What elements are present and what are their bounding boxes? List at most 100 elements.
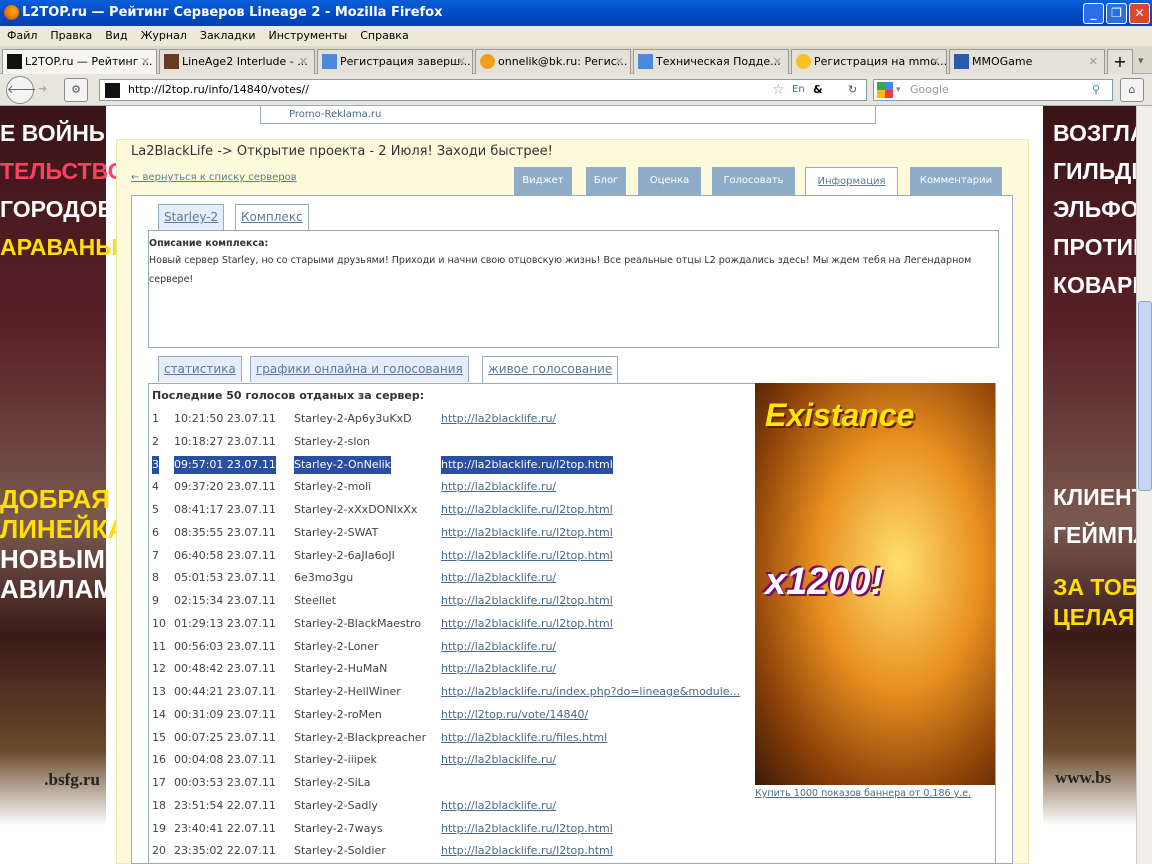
banner-text: ЗА ТОБО <box>1053 574 1136 600</box>
tab-complex[interactable]: Комплекс <box>235 204 309 231</box>
home-icon[interactable]: ⌂ <box>1120 78 1144 102</box>
back-icon[interactable]: 🡐 <box>6 76 37 104</box>
vote-referrer-link[interactable]: http://la2blacklife.ru/ <box>441 751 556 769</box>
v-favicon-icon <box>638 54 653 69</box>
left-ad-banner[interactable]: Е ВОЙНЫ ТЕЛЬСТВО ГОРОДОВ АРАВАНЫ ДОБРАЯ … <box>0 106 127 864</box>
firefox-icon <box>4 5 19 20</box>
close-tab-icon[interactable]: ✕ <box>615 50 624 73</box>
menu-edit[interactable]: Правка <box>50 29 92 42</box>
vote-referrer-link[interactable]: http://l2top.ru/vote/14840/ <box>441 706 588 724</box>
translate-icon[interactable]: En <box>792 80 805 100</box>
promo-link[interactable]: Promo-Reklama.ru <box>260 106 876 124</box>
vote-referrer-link[interactable]: http://la2blacklife.ru/l2top.html <box>441 547 613 565</box>
tab-statistics[interactable]: статистика <box>158 356 242 382</box>
tab-graphs[interactable]: графики онлайна и голосования <box>250 356 469 382</box>
tab-rating[interactable]: Оценка <box>638 167 701 195</box>
close-button[interactable]: ✕ <box>1129 3 1150 24</box>
close-tab-icon[interactable]: ✕ <box>773 50 782 73</box>
close-tab-icon[interactable]: ✕ <box>931 50 940 73</box>
menu-history[interactable]: Журнал <box>141 29 187 42</box>
vote-referrer-link[interactable]: http://la2blacklife.ru/l2top.html <box>441 501 613 519</box>
menu-bookmarks[interactable]: Закладки <box>200 29 256 42</box>
tab-comments[interactable]: Комментарии <box>910 167 1002 195</box>
banner-text: АРАВАНЫ <box>0 234 118 260</box>
existance-ad-banner[interactable]: Existance x1200! <box>755 383 995 785</box>
close-tab-icon[interactable]: ✕ <box>141 50 150 73</box>
browser-tab[interactable]: onnelik@bk.ru: Регис... ✕ <box>475 49 631 74</box>
voter-name: Starley-2-Blackpreacher <box>294 730 427 744</box>
close-tab-icon[interactable]: ✕ <box>457 50 466 73</box>
vote-time: 02:15:34 23.07.11 <box>174 594 276 607</box>
menu-tools[interactable]: Инструменты <box>269 29 348 42</box>
close-tab-icon[interactable]: ✕ <box>1089 50 1098 73</box>
url-bar[interactable]: http://l2top.ru/info/14840/votes// ☆ En … <box>99 79 867 101</box>
reload-icon[interactable]: ↻ <box>848 80 857 100</box>
vote-number: 8 <box>152 571 159 585</box>
voter-name: Starley-2-Soldier <box>294 844 386 858</box>
tab-widget[interactable]: Виджет <box>514 167 572 195</box>
vote-referrer-link[interactable]: http://la2blacklife.ru/l2top.html <box>441 592 613 610</box>
tab-server-starley[interactable]: Starley-2 <box>158 204 225 230</box>
search-input[interactable]: ▾ Google ⚲ <box>873 79 1113 101</box>
vote-referrer-link[interactable]: http://la2blacklife.ru/files.html <box>441 729 607 747</box>
buy-banner-link[interactable]: Купить 1000 показов баннера от 0,186 у.е… <box>755 788 971 799</box>
vote-number: 18 <box>152 798 166 812</box>
close-tab-icon[interactable]: ✕ <box>299 50 308 73</box>
browser-tab[interactable]: Техническая Подде... ✕ <box>633 49 789 74</box>
ampersand-icon[interactable]: & <box>813 80 823 100</box>
addon-icon[interactable]: ⚙ <box>64 78 88 102</box>
bookmark-star-icon[interactable]: ☆ <box>772 80 785 100</box>
scrollbar-thumb[interactable] <box>1138 301 1152 491</box>
menu-view[interactable]: Вид <box>105 29 127 42</box>
menu-help[interactable]: Справка <box>360 29 408 42</box>
banner-text: ДОБРАЯ <box>0 484 110 514</box>
vote-number: 5 <box>152 503 159 516</box>
browser-tab[interactable]: LineAge2 Interlude - ... ✕ <box>159 49 315 74</box>
forward-icon[interactable]: ➜ <box>38 82 47 95</box>
vote-time: 00:04:08 23.07.11 <box>174 753 276 767</box>
ad-rate: x1200! <box>765 561 884 603</box>
vote-referrer-link[interactable]: http://la2blacklife.ru/l2top.html <box>441 820 613 838</box>
vote-referrer-link[interactable]: http://la2blacklife.ru/ <box>441 478 556 496</box>
tab-blog[interactable]: Блог <box>586 167 626 195</box>
search-icon[interactable]: ⚲ <box>1092 80 1100 100</box>
voter-name: Starley-2-6aJIa6oJI <box>294 548 395 562</box>
vote-referrer-link[interactable]: http://la2blacklife.ru/l2top.html <box>441 455 613 474</box>
vote-referrer-link[interactable]: http://la2blacklife.ru/l2top.html <box>441 524 613 542</box>
new-tab-button[interactable]: + <box>1107 49 1133 74</box>
vote-referrer-link[interactable]: http://la2blacklife.ru/l2top.html <box>441 615 613 633</box>
banner-text: ЛИНЕЙКА <box>0 514 127 544</box>
tab-list-icon[interactable]: ▾ <box>1138 54 1144 67</box>
vote-referrer-link[interactable]: http://la2blacklife.ru/ <box>441 410 556 428</box>
vote-referrer-link[interactable]: http://la2blacklife.ru/ <box>441 660 556 678</box>
vote-time: 01:29:13 23.07.11 <box>174 616 276 630</box>
vote-referrer-link[interactable]: http://la2blacklife.ru/ <box>441 638 556 656</box>
browser-tab[interactable]: MMOGame ✕ <box>949 49 1105 74</box>
vote-time: 00:48:42 23.07.11 <box>174 662 276 676</box>
minimize-button[interactable]: _ <box>1083 3 1104 24</box>
voter-name: Starley-2-Sadly <box>294 798 378 812</box>
right-ad-banner[interactable]: ВОЗГЛАВ ГИЛЬДИИ ЭЛЬФОВ ПРОТИВ КОВАРНЫ КЛ… <box>1043 106 1136 864</box>
back-to-list-link[interactable]: ← вернуться к списку серверов <box>131 172 297 183</box>
vote-referrer-link[interactable]: http://la2blacklife.ru/l2top.html <box>441 842 613 860</box>
browser-tab[interactable]: Регистрация на mmo... ✕ <box>791 49 947 74</box>
vote-time: 09:37:20 23.07.11 <box>174 480 276 494</box>
vote-referrer-link[interactable]: http://la2blacklife.ru/ <box>441 797 556 815</box>
maximize-button[interactable]: ❐ <box>1106 3 1127 24</box>
vote-time: 00:03:53 23.07.11 <box>174 776 276 789</box>
menu-file[interactable]: Файл <box>7 29 37 42</box>
tab-information[interactable]: Информация <box>805 167 898 196</box>
vote-referrer-link[interactable]: http://la2blacklife.ru/ <box>441 569 556 587</box>
tab-live-voting[interactable]: живое голосование <box>482 356 619 383</box>
vote-referrer-link[interactable]: http://la2blacklife.ru/index.php?do=line… <box>441 683 740 701</box>
browser-tab[interactable]: Регистрация заверш... ✕ <box>317 49 473 74</box>
vertical-scrollbar[interactable] <box>1136 106 1152 864</box>
vote-number: 19 <box>152 821 166 835</box>
vote-number: 4 <box>152 480 159 494</box>
votes-heading: Последние 50 голосов отданых за сервер: <box>152 389 425 402</box>
engine-dropdown-icon[interactable]: ▾ <box>896 80 901 100</box>
banner-text: КОВАРНЫ <box>1053 272 1136 298</box>
tab-vote[interactable]: Голосовать <box>712 167 795 195</box>
page-title: La2BlackLife -> Открытие проекта - 2 Июл… <box>131 144 553 159</box>
browser-tab[interactable]: L2TOP.ru — Рейтинг ... ✕ <box>2 49 157 74</box>
